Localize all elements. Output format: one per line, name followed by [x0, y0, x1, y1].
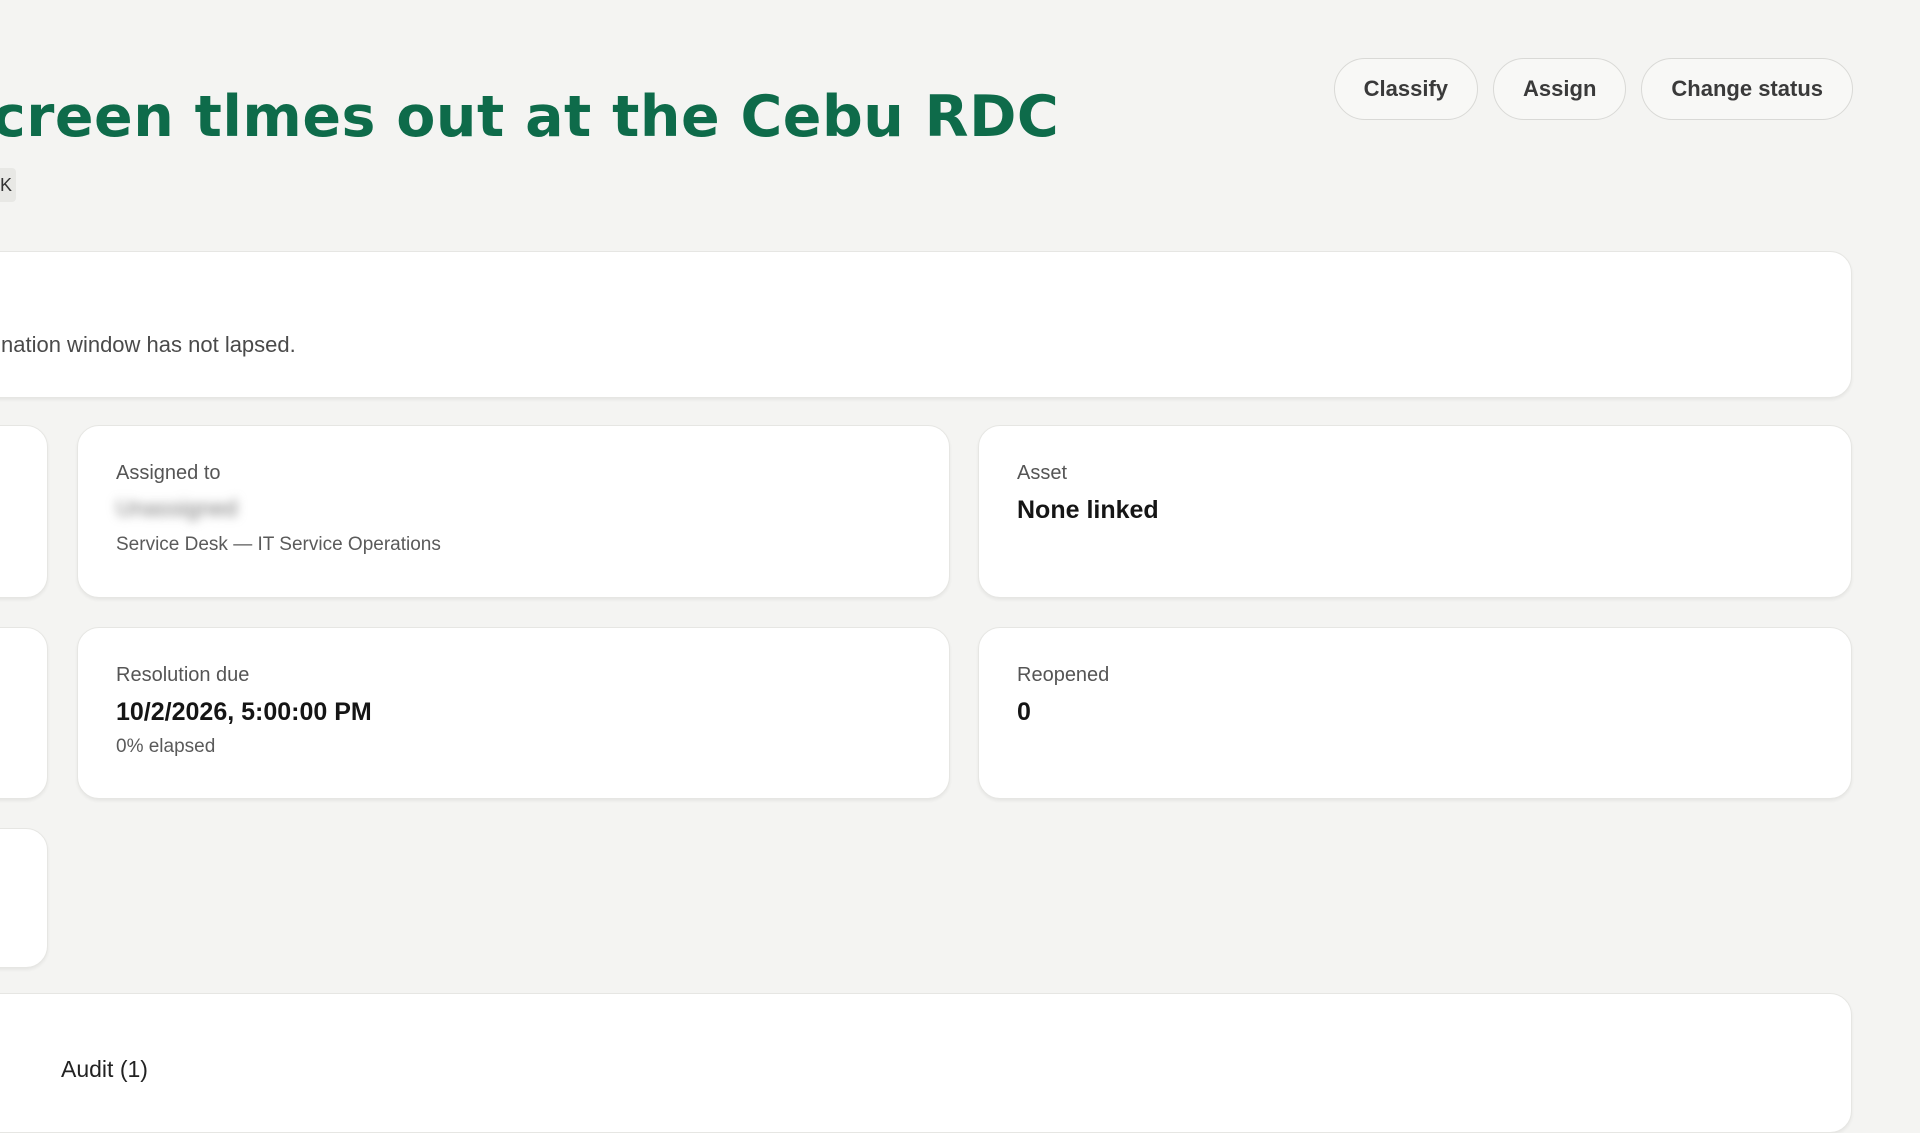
action-bar: Classify Assign Change status [1333, 58, 1853, 120]
side-card [0, 425, 48, 598]
category-tag: K [0, 168, 16, 202]
assignee-name: Unassigned [116, 495, 238, 521]
assigned-team: Service Desk — IT Service Operations [116, 534, 441, 555]
assigned-to-label: Assigned to [116, 462, 221, 484]
classify-button[interactable]: Classify [1333, 58, 1479, 120]
asset-value: None linked [1017, 496, 1159, 524]
side-card [0, 828, 48, 968]
assign-button[interactable]: Assign [1493, 58, 1627, 120]
reopened-label: Reopened [1017, 664, 1110, 686]
page-title: creen tlmes out at the Cebu RDC [0, 84, 1060, 150]
banner-message: nation window has not lapsed. [1, 332, 296, 357]
resolution-due-label: Resolution due [116, 664, 250, 686]
tab-previous[interactable]: ) [0, 1056, 1, 1083]
resolution-elapsed: 0% elapsed [116, 736, 216, 757]
change-status-button[interactable]: Change status [1641, 58, 1853, 120]
resolution-due-card: Resolution due 10/2/2026, 5:00:00 PM 0% … [77, 627, 950, 799]
reopened-card: Reopened 0 [978, 627, 1852, 799]
assigned-to-card: Assigned to Unassigned Service Desk — IT… [77, 425, 950, 598]
side-card [0, 627, 48, 799]
reopened-value: 0 [1017, 698, 1031, 726]
status-banner: nation window has not lapsed. [0, 251, 1852, 398]
asset-label: Asset [1017, 462, 1068, 484]
tab-audit[interactable]: Audit (1) [61, 1056, 148, 1083]
activity-tabs-card: ) Audit (1) [0, 993, 1852, 1133]
asset-card: Asset None linked [978, 425, 1852, 598]
resolution-due-value: 10/2/2026, 5:00:00 PM [116, 698, 372, 726]
